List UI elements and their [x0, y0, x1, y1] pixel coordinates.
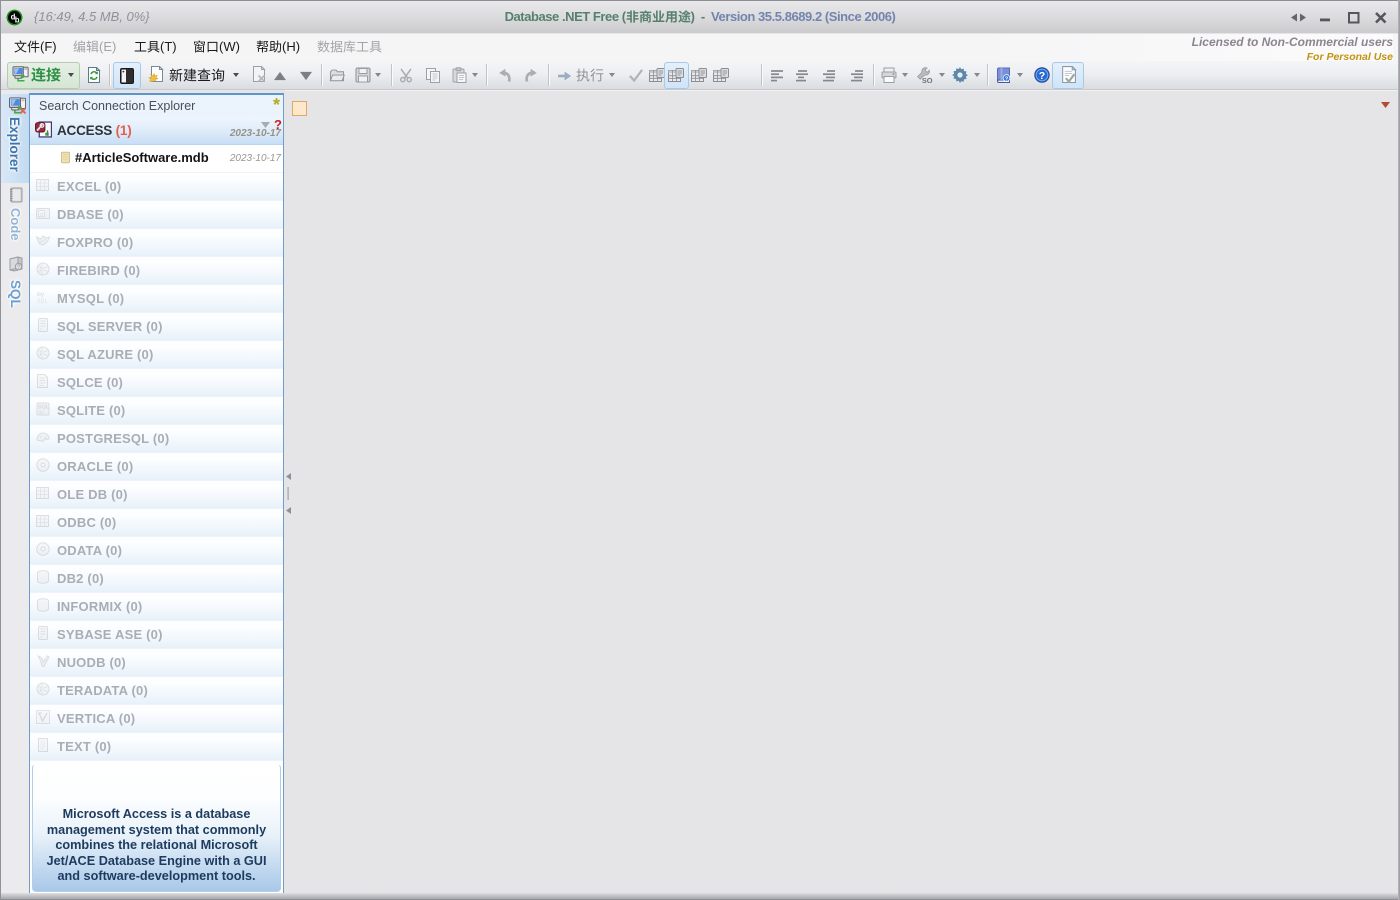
- svg-text:d: d: [40, 212, 43, 218]
- svg-text:my: my: [37, 291, 45, 298]
- svg-text:ite: ite: [39, 410, 45, 416]
- svg-text:?: ?: [1039, 70, 1045, 82]
- svg-text:SQL: SQL: [922, 76, 933, 83]
- svg-text:?: ?: [17, 265, 20, 271]
- svg-text:SQL: SQL: [37, 298, 48, 305]
